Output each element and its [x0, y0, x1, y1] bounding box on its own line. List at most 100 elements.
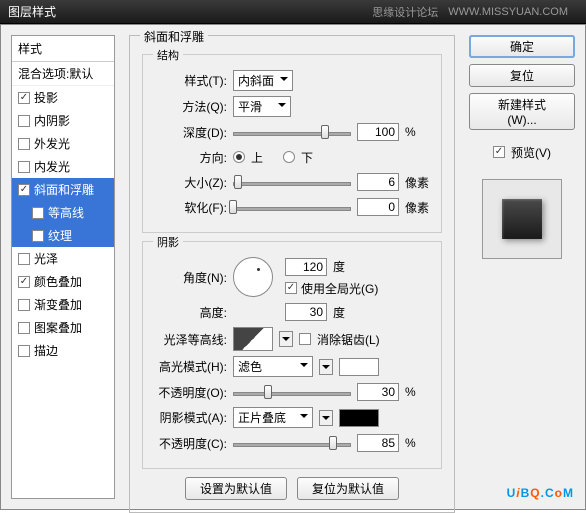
- preview-box: [482, 179, 562, 259]
- style-item-texture[interactable]: 纹理: [12, 224, 114, 247]
- hopacity-unit: %: [405, 385, 429, 399]
- direction-up-label: 上: [251, 149, 263, 166]
- size-unit: 像素: [405, 174, 429, 191]
- angle-input[interactable]: 120: [285, 258, 327, 276]
- checkbox-inner-shadow[interactable]: [18, 115, 30, 127]
- checkbox-outer-glow[interactable]: [18, 138, 30, 150]
- checkbox-stroke[interactable]: [18, 345, 30, 357]
- depth-label: 深度(D):: [155, 124, 227, 141]
- style-label: 斜面和浮雕: [34, 181, 94, 198]
- structure-title: 结构: [153, 47, 183, 63]
- checkbox-satin[interactable]: [18, 253, 30, 265]
- style-item-pattern-overlay[interactable]: 图案叠加: [12, 316, 114, 339]
- forum-label: 思缘设计论坛: [372, 4, 438, 20]
- ok-button[interactable]: 确定: [469, 35, 575, 58]
- checkbox-texture[interactable]: [32, 230, 44, 242]
- antialias-checkbox[interactable]: [299, 333, 311, 345]
- hopacity-slider[interactable]: [233, 384, 351, 400]
- checkbox-pattern-overlay[interactable]: [18, 322, 30, 334]
- preview-swatch: [502, 199, 542, 239]
- bevel-group: 斜面和浮雕 结构 样式(T): 内斜面 方法(Q): 平滑 深度(D): 100…: [129, 35, 455, 513]
- direction-label: 方向:: [155, 149, 227, 166]
- dialog-body: 样式 混合选项:默认 投影 内阴影 外发光 内发光 斜面和浮雕 等高线: [0, 24, 586, 510]
- soften-input[interactable]: 0: [357, 198, 399, 216]
- make-default-button[interactable]: 设置为默认值: [185, 477, 287, 500]
- reset-button[interactable]: 复位: [469, 64, 575, 87]
- reset-default-button[interactable]: 复位为默认值: [297, 477, 399, 500]
- style-label: 外发光: [34, 135, 70, 152]
- style-label: 图案叠加: [34, 319, 82, 336]
- style-label: 内发光: [34, 158, 70, 175]
- blending-options-row[interactable]: 混合选项:默认: [12, 62, 114, 86]
- direction-down-label: 下: [301, 149, 313, 166]
- technique-label: 方法(Q):: [155, 98, 227, 115]
- checkbox-inner-glow[interactable]: [18, 161, 30, 173]
- shadow-color[interactable]: [339, 409, 379, 427]
- style-item-inner-shadow[interactable]: 内阴影: [12, 109, 114, 132]
- direction-down-radio[interactable]: [283, 151, 295, 163]
- soften-unit: 像素: [405, 199, 429, 216]
- antialias-label: 消除锯齿(L): [317, 331, 380, 348]
- sopacity-input[interactable]: 85: [357, 434, 399, 452]
- style-label: 内阴影: [34, 112, 70, 129]
- gloss-dropdown[interactable]: [279, 331, 293, 347]
- style-item-drop-shadow[interactable]: 投影: [12, 86, 114, 109]
- style-label: 等高线: [48, 204, 84, 221]
- sopacity-slider[interactable]: [233, 435, 351, 451]
- preview-label: 预览(V): [511, 144, 551, 161]
- global-light-checkbox[interactable]: [285, 282, 297, 294]
- direction-up-radio[interactable]: [233, 151, 245, 163]
- right-panel: 确定 复位 新建样式(W)... 预览(V): [469, 35, 575, 499]
- checkbox-color-overlay[interactable]: [18, 276, 30, 288]
- preview-checkbox[interactable]: [493, 146, 505, 158]
- shading-title: 阴影: [153, 234, 183, 250]
- soften-label: 软化(F):: [155, 199, 227, 216]
- smode-select[interactable]: 正片叠底: [233, 407, 313, 428]
- size-label: 大小(Z):: [155, 174, 227, 191]
- checkbox-bevel-emboss[interactable]: [18, 184, 30, 196]
- smode-dropdown[interactable]: [319, 410, 333, 426]
- checkbox-contour[interactable]: [32, 207, 44, 219]
- style-item-inner-glow[interactable]: 内发光: [12, 155, 114, 178]
- size-slider[interactable]: [233, 174, 351, 190]
- technique-select[interactable]: 平滑: [233, 96, 291, 117]
- bevel-group-title: 斜面和浮雕: [140, 28, 208, 45]
- hopacity-input[interactable]: 30: [357, 383, 399, 401]
- shading-group: 阴影 角度(N): 120 度 使用全局光(G): [142, 241, 442, 469]
- gloss-label: 光泽等高线:: [155, 331, 227, 348]
- angle-control[interactable]: [233, 257, 273, 297]
- style-label: 纹理: [48, 227, 72, 244]
- depth-unit: %: [405, 125, 429, 139]
- style-select[interactable]: 内斜面: [233, 70, 293, 91]
- style-item-outer-glow[interactable]: 外发光: [12, 132, 114, 155]
- global-light-label: 使用全局光(G): [301, 280, 378, 297]
- checkbox-gradient-overlay[interactable]: [18, 299, 30, 311]
- style-item-stroke[interactable]: 描边: [12, 339, 114, 362]
- altitude-input[interactable]: 30: [285, 303, 327, 321]
- checkbox-drop-shadow[interactable]: [18, 92, 30, 104]
- style-item-bevel-emboss[interactable]: 斜面和浮雕: [12, 178, 114, 201]
- structure-group: 结构 样式(T): 内斜面 方法(Q): 平滑 深度(D): 100 % 方向:: [142, 54, 442, 233]
- style-item-satin[interactable]: 光泽: [12, 247, 114, 270]
- gloss-contour[interactable]: [233, 327, 273, 351]
- hmode-select[interactable]: 滤色: [233, 356, 313, 377]
- style-label: 颜色叠加: [34, 273, 82, 290]
- new-style-button[interactable]: 新建样式(W)...: [469, 93, 575, 130]
- style-label: 光泽: [34, 250, 58, 267]
- hmode-dropdown[interactable]: [319, 359, 333, 375]
- soften-slider[interactable]: [233, 199, 351, 215]
- style-item-gradient-overlay[interactable]: 渐变叠加: [12, 293, 114, 316]
- altitude-label: 高度:: [155, 304, 227, 321]
- style-label: 渐变叠加: [34, 296, 82, 313]
- style-item-color-overlay[interactable]: 颜色叠加: [12, 270, 114, 293]
- styles-header: 样式: [12, 36, 114, 62]
- blending-options-label: 混合选项:默认: [18, 65, 93, 82]
- hmode-label: 高光模式(H):: [155, 358, 227, 375]
- style-item-contour[interactable]: 等高线: [12, 201, 114, 224]
- highlight-color[interactable]: [339, 358, 379, 376]
- depth-slider[interactable]: [233, 124, 351, 140]
- forum-url: WWW.MISSYUAN.COM: [448, 6, 568, 18]
- size-input[interactable]: 6: [357, 173, 399, 191]
- depth-input[interactable]: 100: [357, 123, 399, 141]
- styles-panel: 样式 混合选项:默认 投影 内阴影 外发光 内发光 斜面和浮雕 等高线: [11, 35, 115, 499]
